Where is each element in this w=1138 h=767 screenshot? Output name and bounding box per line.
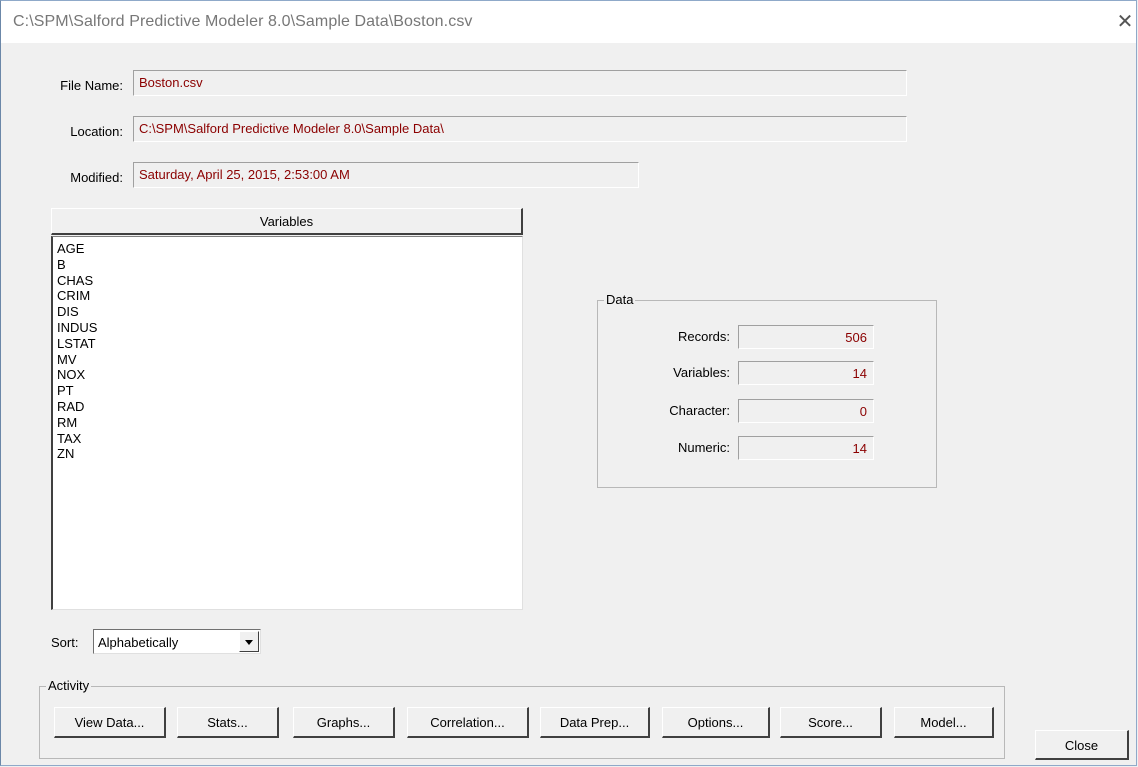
location-label: Location:: [70, 124, 123, 139]
view-data-button[interactable]: View Data...: [54, 707, 166, 738]
window-title: C:\SPM\Salford Predictive Modeler 8.0\Sa…: [13, 13, 473, 30]
variables-header[interactable]: Variables: [51, 208, 523, 235]
list-item[interactable]: CHAS: [57, 273, 522, 289]
numeric-value: 14: [738, 436, 874, 460]
score-button[interactable]: Score...: [780, 707, 882, 738]
list-item[interactable]: INDUS: [57, 320, 522, 336]
data-prep-button[interactable]: Data Prep...: [540, 707, 650, 738]
modified-label: Modified:: [70, 170, 123, 185]
records-value: 506: [738, 325, 874, 349]
list-item[interactable]: MV: [57, 352, 522, 368]
variables-panel: Variables AGE B CHAS CRIM DIS INDUS LSTAT MV NOX…: [51, 208, 525, 612]
model-button[interactable]: Model...: [894, 707, 994, 738]
list-item[interactable]: RAD: [57, 399, 522, 415]
list-item[interactable]: DIS: [57, 304, 522, 320]
file-name-field: Boston.csv: [133, 70, 907, 96]
sort-selected-value: Alphabetically: [98, 635, 179, 650]
graphs-button[interactable]: Graphs...: [293, 707, 395, 738]
list-item[interactable]: AGE: [57, 241, 522, 257]
close-button[interactable]: Close: [1035, 730, 1129, 760]
records-label: Records:: [677, 329, 730, 344]
list-item[interactable]: PT: [57, 383, 522, 399]
character-label: Character:: [669, 403, 730, 418]
file-name-label: File Name:: [60, 78, 123, 93]
options-button[interactable]: Options...: [662, 707, 770, 738]
close-icon[interactable]: ✕: [1114, 11, 1136, 33]
dataset-dialog: C:\SPM\Salford Predictive Modeler 8.0\Sa…: [0, 0, 1137, 766]
variables-count-value: 14: [738, 361, 874, 385]
list-item[interactable]: NOX: [57, 367, 522, 383]
chevron-down-icon[interactable]: [239, 631, 259, 652]
numeric-label: Numeric:: [677, 440, 730, 455]
character-value: 0: [738, 399, 874, 423]
sort-dropdown[interactable]: Alphabetically: [93, 629, 261, 654]
location-field: C:\SPM\Salford Predictive Modeler 8.0\Sa…: [133, 116, 907, 142]
activity-group: Activity View Data... Stats... Graphs...…: [39, 678, 1005, 759]
correlation-button[interactable]: Correlation...: [407, 707, 529, 738]
list-item[interactable]: CRIM: [57, 288, 522, 304]
variables-list[interactable]: AGE B CHAS CRIM DIS INDUS LSTAT MV NOX PT RAD RM TAX…: [51, 236, 523, 610]
title-bar[interactable]: C:\SPM\Salford Predictive Modeler 8.0\Sa…: [1, 1, 1136, 43]
list-item[interactable]: LSTAT: [57, 336, 522, 352]
activity-group-title: Activity: [46, 678, 92, 693]
data-group-title: Data: [604, 292, 636, 307]
data-group: Data Records: 506 Variables: 14 Characte…: [597, 292, 937, 488]
modified-field: Saturday, April 25, 2015, 2:53:00 AM: [133, 162, 639, 188]
list-item[interactable]: TAX: [57, 431, 522, 447]
stats-button[interactable]: Stats...: [177, 707, 279, 738]
list-item[interactable]: RM: [57, 415, 522, 431]
list-item[interactable]: B: [57, 257, 522, 273]
list-item[interactable]: ZN: [57, 446, 522, 462]
variables-count-label: Variables:: [673, 365, 730, 380]
sort-label: Sort:: [51, 635, 79, 650]
